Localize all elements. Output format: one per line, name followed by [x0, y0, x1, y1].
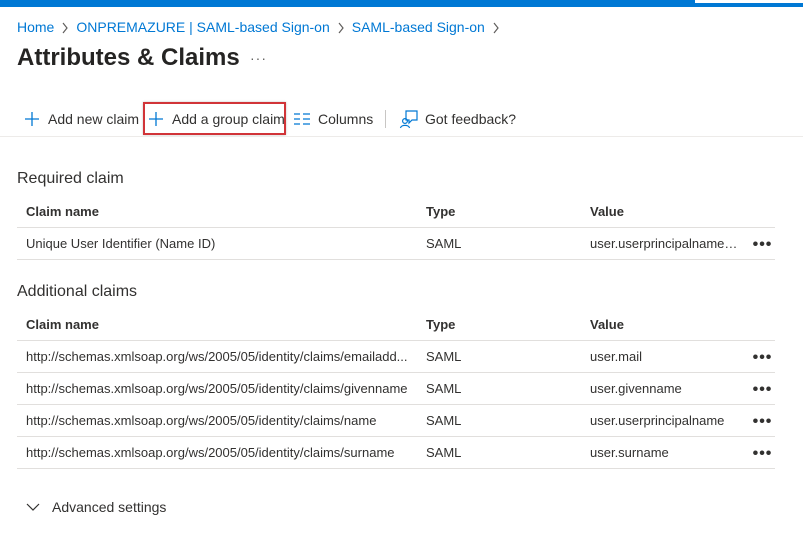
feedback-icon — [399, 109, 419, 129]
column-header-value[interactable]: Value — [581, 195, 741, 228]
claim-value-cell: user.userprincipalname [... — [581, 227, 741, 260]
title-more-icon[interactable]: ··· — [250, 50, 267, 66]
feedback-button[interactable]: Got feedback? — [399, 103, 516, 135]
claim-name-cell: http://schemas.xmlsoap.org/ws/2005/05/id… — [17, 404, 417, 437]
table-row[interactable]: http://schemas.xmlsoap.org/ws/2005/05/id… — [17, 372, 775, 405]
row-actions-cell: ••• — [741, 404, 775, 437]
breadcrumb: Home ONPREMAZURE | SAML-based Sign-on SA… — [17, 17, 507, 37]
claim-type-cell: SAML — [417, 372, 581, 405]
claim-value-cell: user.givenname — [581, 372, 741, 405]
additional-claims-title: Additional claims — [17, 283, 138, 300]
claim-value-cell: user.userprincipalname — [581, 404, 741, 437]
column-header-value[interactable]: Value — [581, 308, 741, 341]
columns-label: Columns — [318, 111, 374, 127]
breadcrumb-saml-sso[interactable]: SAML-based Sign-on — [352, 19, 485, 35]
toolbar-rule — [0, 136, 803, 137]
more-icon[interactable]: ••• — [753, 381, 773, 397]
top-bar-notch — [695, 0, 803, 3]
claim-name-cell: http://schemas.xmlsoap.org/ws/2005/05/id… — [17, 372, 417, 405]
claim-name-cell: http://schemas.xmlsoap.org/ws/2005/05/id… — [17, 340, 417, 373]
claim-type-cell: SAML — [417, 404, 581, 437]
row-actions-cell: ••• — [741, 372, 775, 405]
advanced-settings-toggle[interactable]: Advanced settings — [26, 497, 166, 517]
chevron-right-icon — [54, 19, 76, 35]
column-header-type[interactable]: Type — [417, 195, 581, 228]
command-bar: Add new claim Add a group claim Columns … — [16, 103, 803, 135]
plus-icon — [22, 109, 42, 129]
toolbar-divider — [385, 110, 386, 128]
additional-claims-table: Claim name Type Value http://schemas.xml… — [17, 308, 775, 469]
table-row[interactable]: http://schemas.xmlsoap.org/ws/2005/05/id… — [17, 436, 775, 469]
claim-type-cell: SAML — [417, 436, 581, 469]
columns-icon — [292, 109, 312, 129]
claim-name-cell: http://schemas.xmlsoap.org/ws/2005/05/id… — [17, 436, 417, 469]
breadcrumb-home[interactable]: Home — [17, 19, 54, 35]
chevron-right-icon — [485, 19, 507, 35]
annotation-highlight-box — [143, 102, 286, 135]
chevron-right-icon — [330, 19, 352, 35]
row-actions-cell: ••• — [741, 436, 775, 469]
table-row[interactable]: Unique User Identifier (Name ID) SAML us… — [17, 227, 775, 260]
page-title: Attributes & Claims — [17, 44, 240, 71]
claim-name-cell: Unique User Identifier (Name ID) — [17, 227, 417, 260]
more-icon[interactable]: ••• — [753, 413, 773, 429]
chevron-down-icon — [26, 503, 42, 511]
more-icon[interactable]: ••• — [753, 445, 773, 461]
required-claims-table: Claim name Type Value Unique User Identi… — [17, 195, 775, 260]
breadcrumb-app-sso[interactable]: ONPREMAZURE | SAML-based Sign-on — [76, 19, 329, 35]
add-new-claim-label: Add new claim — [48, 111, 140, 127]
column-header-actions — [741, 308, 775, 341]
table-row[interactable]: http://schemas.xmlsoap.org/ws/2005/05/id… — [17, 340, 775, 373]
advanced-settings-label: Advanced settings — [52, 499, 167, 515]
column-header-type[interactable]: Type — [417, 308, 581, 341]
table-header-row: Claim name Type Value — [17, 308, 775, 341]
more-icon[interactable]: ••• — [753, 349, 773, 365]
add-new-claim-button[interactable]: Add new claim — [22, 103, 139, 135]
feedback-label: Got feedback? — [425, 111, 517, 127]
claim-value-cell: user.mail — [581, 340, 741, 373]
column-header-claim-name[interactable]: Claim name — [17, 308, 417, 341]
table-header-row: Claim name Type Value — [17, 195, 775, 228]
table-row[interactable]: http://schemas.xmlsoap.org/ws/2005/05/id… — [17, 404, 775, 437]
claim-value-cell: user.surname — [581, 436, 741, 469]
column-header-actions — [741, 195, 775, 228]
top-accent-bar — [0, 0, 803, 7]
row-actions-cell: ••• — [741, 340, 775, 373]
columns-button[interactable]: Columns — [292, 103, 373, 135]
required-claim-title: Required claim — [17, 170, 124, 187]
column-header-claim-name[interactable]: Claim name — [17, 195, 417, 228]
claim-type-cell: SAML — [417, 227, 581, 260]
row-actions-cell: ••• — [741, 227, 775, 260]
claim-type-cell: SAML — [417, 340, 581, 373]
more-icon[interactable]: ••• — [753, 236, 773, 252]
